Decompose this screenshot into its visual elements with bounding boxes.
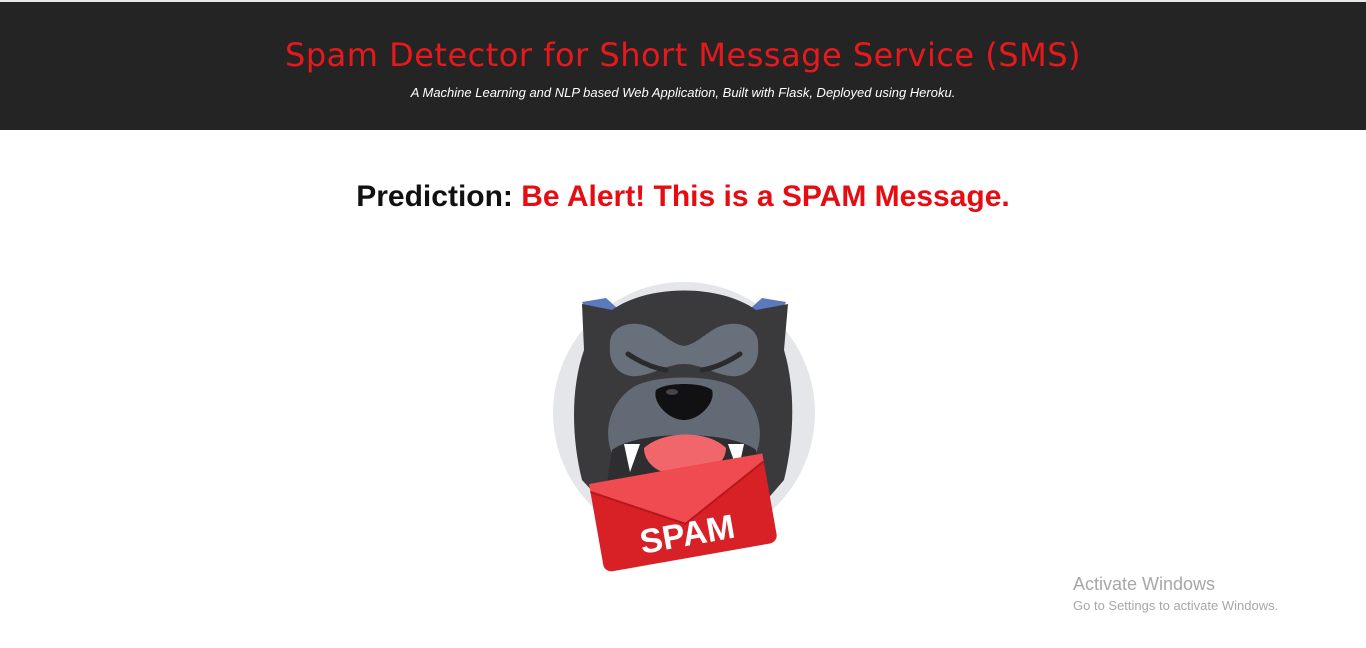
watermark-title: Activate Windows [1073, 574, 1216, 594]
page-title: Spam Detector for Short Message Service … [285, 36, 1081, 74]
page-subtitle: A Machine Learning and NLP based Web App… [410, 85, 956, 100]
prediction-label: Prediction: [356, 180, 513, 213]
watermark-subtitle: Go to Settings to activate Windows. [1073, 598, 1279, 613]
spam-dog-illustration: SPAM [548, 280, 820, 580]
header-banner: Spam Detector for Short Message Service … [0, 2, 1366, 130]
prediction-message: Prediction: Be Alert! This is a SPAM Mes… [0, 180, 1366, 214]
spam-dog-icon: SPAM [553, 282, 815, 572]
activate-windows-watermark: Activate Windows Go to Settings to activ… [1073, 574, 1278, 613]
prediction-result: Be Alert! This is a SPAM Message. [521, 180, 1010, 213]
